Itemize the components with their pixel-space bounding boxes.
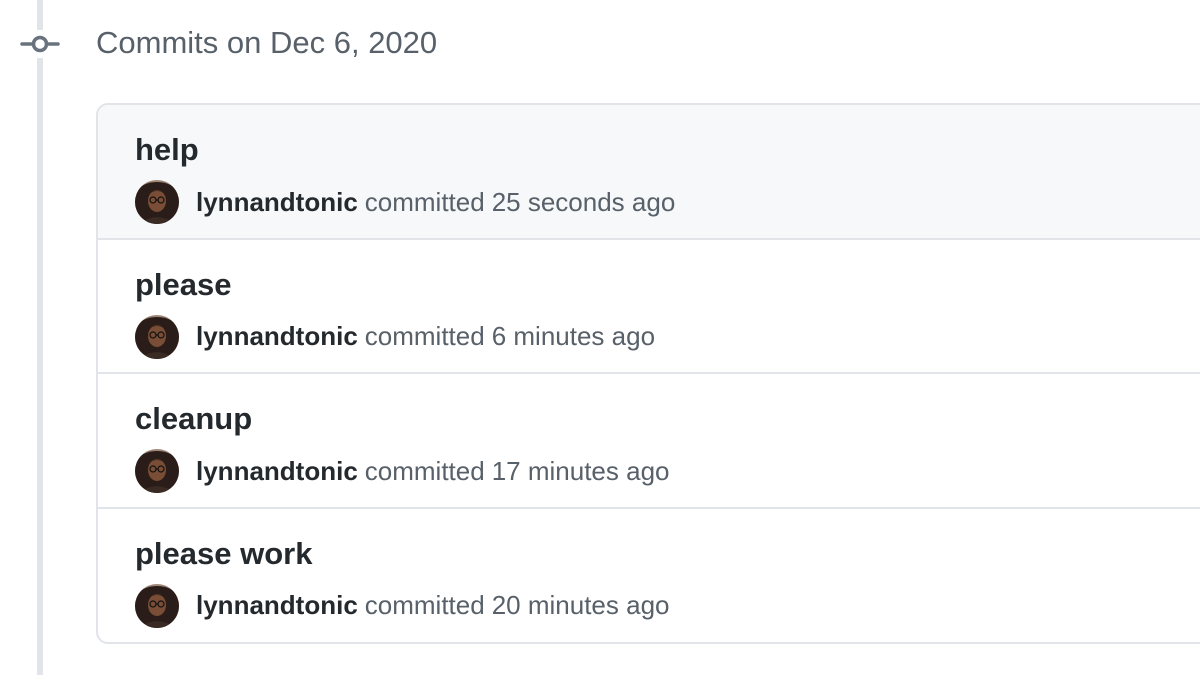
- commit-row: please work lynnandtonic committed 20 mi…: [98, 509, 1200, 643]
- author-link[interactable]: lynnandtonic: [196, 321, 358, 352]
- author-link[interactable]: lynnandtonic: [196, 590, 358, 621]
- timeline-line: [37, 0, 43, 675]
- commit-row: help lynnandtonic committed 25 seconds a…: [98, 105, 1200, 240]
- user-avatar[interactable]: [135, 449, 179, 493]
- commit-meta: lynnandtonic committed 6 minutes ago: [135, 314, 656, 359]
- commit-action-text: committed: [364, 455, 485, 486]
- author-link[interactable]: lynnandtonic: [196, 456, 358, 487]
- commit-relative-time: 6 minutes ago: [491, 321, 656, 351]
- commit-message-link[interactable]: cleanup: [135, 399, 252, 439]
- user-avatar[interactable]: [135, 180, 179, 224]
- author-link[interactable]: lynnandtonic: [196, 187, 358, 218]
- commit-row: please lynnandtonic committed 6 minutes …: [98, 240, 1200, 374]
- commit-action-text: committed: [364, 321, 485, 351]
- commit-meta: lynnandtonic committed 17 minutes ago: [135, 449, 670, 493]
- commit-message-link[interactable]: help: [135, 130, 199, 170]
- commit-list: help lynnandtonic committed 25 seconds a…: [96, 103, 1200, 644]
- user-avatar[interactable]: [135, 583, 179, 628]
- commit-meta: lynnandtonic committed 25 seconds ago: [135, 180, 675, 224]
- commit-meta: lynnandtonic committed 20 minutes ago: [135, 583, 670, 628]
- git-commit-icon: [20, 30, 60, 58]
- commit-relative-time: 25 seconds ago: [491, 186, 676, 217]
- commit-relative-time: 17 minutes ago: [491, 455, 670, 486]
- commit-action-text: committed: [364, 590, 485, 620]
- commit-relative-time: 20 minutes ago: [491, 590, 670, 620]
- commit-action-text: committed: [364, 186, 485, 217]
- commit-message-link[interactable]: please work: [135, 534, 312, 574]
- commit-group-date-heading: Commits on Dec 6, 2020: [96, 25, 438, 60]
- user-avatar[interactable]: [135, 314, 179, 359]
- commit-message-link[interactable]: please: [135, 265, 232, 305]
- commit-row: cleanup lynnandtonic committed 17 minute…: [98, 374, 1200, 509]
